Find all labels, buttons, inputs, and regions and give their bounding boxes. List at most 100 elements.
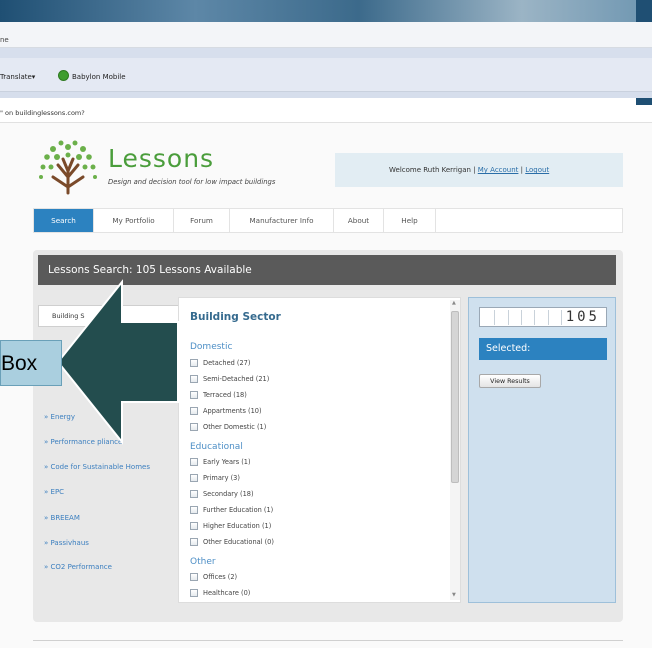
filter-link-performance[interactable]: » Performance pliance <box>44 438 122 446</box>
group-other: Other <box>190 557 216 567</box>
option-label: Early Years (1) <box>203 458 251 466</box>
group-educational: Educational <box>190 442 243 452</box>
search-header-text: Lessons Search: 105 Lessons Available <box>48 264 252 276</box>
footer-divider <box>33 640 623 641</box>
checkbox[interactable] <box>190 458 198 466</box>
selected-label: Selected: <box>486 343 531 354</box>
building-sector-title: Building Sector <box>190 311 281 323</box>
filter-link-label: Performance pliance <box>50 438 123 446</box>
checkbox[interactable] <box>190 522 198 530</box>
option-healthcare[interactable]: Healthcare (0) <box>190 588 250 598</box>
counter-cells <box>482 310 562 325</box>
tab-help[interactable]: Help <box>384 209 436 232</box>
filter-link-label: Passivhaus <box>50 539 89 547</box>
tab-search[interactable]: Search <box>34 209 94 232</box>
selected-bar: Selected: <box>479 338 607 360</box>
browser-menu-bar: ne <box>0 22 652 48</box>
browser-divider-2 <box>0 92 652 98</box>
option-label: Detached (27) <box>203 359 251 367</box>
option-higher-education[interactable]: Higher Education (1) <box>190 521 271 531</box>
tree-logo-icon <box>39 140 97 195</box>
option-early-years[interactable]: Early Years (1) <box>190 457 251 467</box>
option-label: Appartments (10) <box>203 407 262 415</box>
filter-link-energy[interactable]: » Energy <box>44 413 75 421</box>
option-label: Secondary (18) <box>203 490 254 498</box>
logo-tagline: Design and decision tool for low impact … <box>108 178 276 186</box>
option-label: Healthcare (0) <box>203 589 251 597</box>
callout-text: Box <box>1 352 38 375</box>
link-separator: | <box>520 166 524 174</box>
option-secondary[interactable]: Secondary (18) <box>190 489 254 499</box>
option-label: Offices (2) <box>203 573 238 581</box>
checkbox[interactable] <box>190 538 198 546</box>
building-sector-tab[interactable]: Building S <box>38 305 188 327</box>
checkbox[interactable] <box>190 474 198 482</box>
results-count: 105 <box>565 309 600 325</box>
welcome-box: Welcome Ruth Kerrigan | My Account | Log… <box>335 153 623 187</box>
filter-link-label: Energy <box>50 413 76 421</box>
checkbox[interactable] <box>190 589 198 597</box>
option-semi-detached[interactable]: Semi-Detached (21) <box>190 374 269 384</box>
option-further-education[interactable]: Further Education (1) <box>190 505 273 515</box>
filter-link-label: CO2 Performance <box>50 563 112 571</box>
search-header: Lessons Search: 105 Lessons Available <box>38 255 616 285</box>
filter-link-passivhaus[interactable]: » Passivhaus <box>44 539 89 547</box>
scroll-up-icon[interactable]: ▲ <box>452 300 456 306</box>
scroll-down-icon[interactable]: ▼ <box>452 592 456 598</box>
welcome-line: Welcome Ruth Kerrigan | My Account | Log… <box>389 166 549 174</box>
option-label: Other Educational (0) <box>203 538 274 546</box>
notification-text: " on buildinglessons.com? <box>0 109 85 117</box>
my-account-link[interactable]: My Account <box>478 166 519 174</box>
option-other-educational[interactable]: Other Educational (0) <box>190 537 274 547</box>
babylon-mobile-button[interactable]: Babylon Mobile <box>72 73 126 81</box>
checkbox[interactable] <box>190 359 198 367</box>
annotation-callout: Box <box>0 340 62 386</box>
group-domestic: Domestic <box>190 342 233 352</box>
filter-link-label: Code for Sustainable Homes <box>50 463 150 471</box>
welcome-text: Welcome Ruth Kerrigan | <box>389 166 476 174</box>
checkbox[interactable] <box>190 407 198 415</box>
option-label: Other Domestic (1) <box>203 423 267 431</box>
tab-my-portfolio[interactable]: My Portfolio <box>94 209 174 232</box>
checkbox[interactable] <box>190 573 198 581</box>
window-title-strip <box>0 0 652 22</box>
status-fragment: ne <box>0 36 9 44</box>
babylon-icon[interactable] <box>58 70 69 81</box>
option-label: Primary (3) <box>203 474 240 482</box>
filter-link-code-sustainable-homes[interactable]: » Code for Sustainable Homes <box>44 463 150 471</box>
results-counter: 105 <box>479 307 607 327</box>
checkbox[interactable] <box>190 375 198 383</box>
option-terraced[interactable]: Terraced (18) <box>190 390 247 400</box>
option-primary[interactable]: Primary (3) <box>190 473 240 483</box>
filter-link-label: BREEAM <box>50 514 80 522</box>
tab-manufacturer-info[interactable]: Manufacturer Info <box>230 209 334 232</box>
browser-divider <box>0 48 652 58</box>
checkbox[interactable] <box>190 506 198 514</box>
filter-link-breeam[interactable]: » BREEAM <box>44 514 80 522</box>
checkbox[interactable] <box>190 391 198 399</box>
filter-link-label: EPC <box>50 488 65 496</box>
checkbox[interactable] <box>190 423 198 431</box>
option-appartments[interactable]: Appartments (10) <box>190 406 262 416</box>
building-sector-tab-label: Building S <box>52 312 85 320</box>
view-results-button[interactable]: View Results <box>479 374 541 388</box>
option-label: Terraced (18) <box>203 391 247 399</box>
tab-forum[interactable]: Forum <box>174 209 230 232</box>
option-label: Semi-Detached (21) <box>203 375 270 383</box>
option-other-domestic[interactable]: Other Domestic (1) <box>190 422 266 432</box>
option-offices[interactable]: Offices (2) <box>190 572 237 582</box>
notification-bar: " on buildinglessons.com? <box>0 105 652 123</box>
logo-wordmark: Lessons <box>108 144 215 173</box>
translate-button[interactable]: Translate▾ <box>0 73 35 81</box>
option-detached[interactable]: Detached (27) <box>190 358 250 368</box>
list-scroll-thumb[interactable] <box>451 311 459 483</box>
main-nav: Search My Portfolio Forum Manufacturer I… <box>33 208 623 233</box>
translate-label: Translate <box>0 73 32 81</box>
logout-link[interactable]: Logout <box>525 166 549 174</box>
filter-link-co2[interactable]: » CO2 Performance <box>44 563 112 571</box>
filter-link-epc[interactable]: » EPC <box>44 488 64 496</box>
tab-about[interactable]: About <box>334 209 384 232</box>
checkbox[interactable] <box>190 490 198 498</box>
option-label: Higher Education (1) <box>203 522 272 530</box>
option-label: Further Education (1) <box>203 506 274 514</box>
